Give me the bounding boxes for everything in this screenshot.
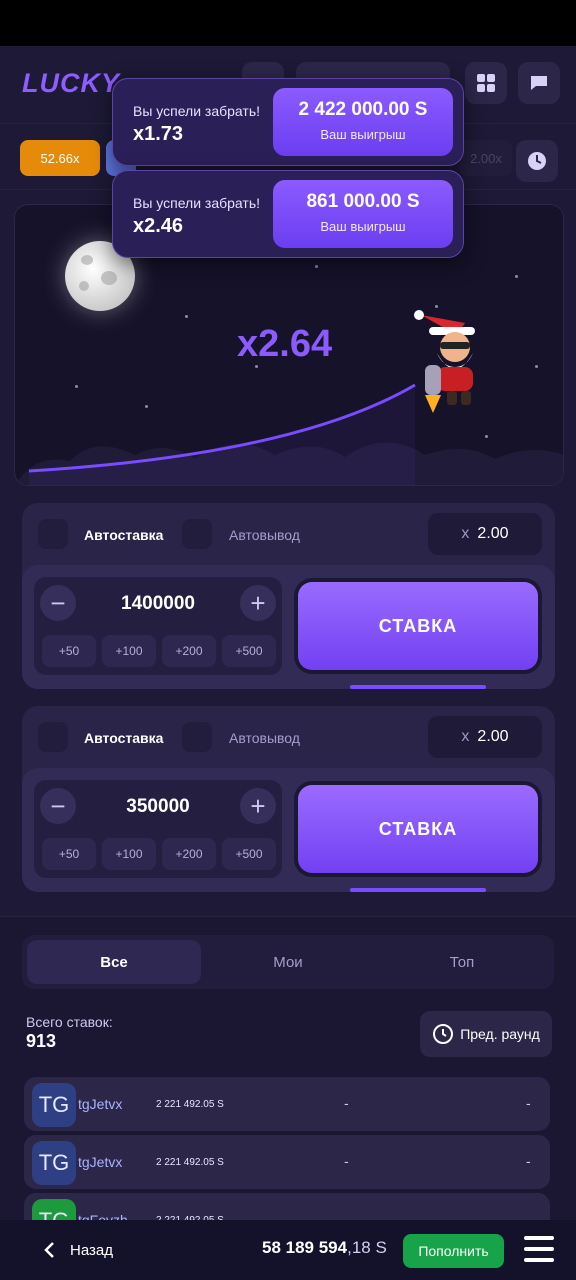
bet-amount: 2 221 492.05 S (156, 1157, 224, 1168)
mult-value: 2.00 (477, 728, 509, 745)
history-clock-icon[interactable] (516, 140, 558, 182)
back-button[interactable]: Назад (40, 1240, 113, 1260)
autobet-label: Автоставка (84, 527, 164, 543)
live-multiplier: x2.64 (237, 323, 333, 365)
table-row: TG tgJetvx 2 221 492.05 S - - (24, 1135, 550, 1189)
quick-add-button[interactable]: +50 (42, 635, 96, 667)
balance-main: 58 189 594 (262, 1238, 348, 1257)
toast-sub: Ваш выигрыш (320, 219, 406, 234)
bet-button-indicator (350, 888, 486, 892)
quick-add-button[interactable]: +200 (162, 838, 216, 870)
autobet-checkbox[interactable] (38, 722, 68, 752)
balance-rest: ,18 S (347, 1238, 387, 1257)
chevron-left-icon (44, 1242, 54, 1258)
bet-amount: 2 221 492.05 S (156, 1099, 224, 1110)
mult-value: 2.00 (477, 525, 509, 542)
avatar: TG (32, 1083, 76, 1127)
autocashout-checkbox[interactable] (182, 519, 212, 549)
bet-amount-box: − 350000 + +50 +100 +200 +500 (34, 780, 282, 878)
cashout-toast: Вы успели забрать! x1.73 2 422 000.00 S … (112, 78, 464, 166)
quick-add-button[interactable]: +500 (222, 635, 276, 667)
decrease-button[interactable]: − (40, 585, 76, 621)
bet-amount-input[interactable]: 350000 (84, 796, 232, 818)
place-bet-button[interactable]: СТАВКА (298, 785, 538, 873)
quick-add-button[interactable]: +500 (222, 838, 276, 870)
quick-add-button[interactable]: +100 (102, 838, 156, 870)
cashout-multiplier: - (344, 1153, 349, 1169)
mult-prefix: x (461, 728, 470, 745)
previous-round-button[interactable]: Пред. раунд (420, 1011, 552, 1057)
bets-section: Все Мои Топ Всего ставок: 913 Пред. раун… (0, 916, 576, 1247)
quick-add-button[interactable]: +50 (42, 838, 96, 870)
quick-add-button[interactable]: +100 (102, 635, 156, 667)
clock-icon (433, 1024, 454, 1044)
cashout-multiplier: - (344, 1095, 349, 1111)
toast-amount: 861 000.00 S (306, 191, 420, 212)
autocashout-label: Автовывод (229, 730, 300, 746)
bet-button-indicator (350, 685, 486, 689)
balance: 58 189 594,18 S (262, 1238, 387, 1258)
avatar: TG (32, 1141, 76, 1185)
bet-panel-body: − 350000 + +50 +100 +200 +500 СТАВКА (22, 768, 555, 892)
bet-amount-input[interactable]: 1400000 (84, 593, 232, 615)
quick-add-button[interactable]: +200 (162, 635, 216, 667)
toast-amount: 2 422 000.00 S (298, 99, 428, 120)
total-bets-value: 913 (26, 1031, 57, 1051)
toast-multiplier: x1.73 (133, 123, 184, 145)
cashout-toast: Вы успели забрать! x2.46 861 000.00 S Ва… (112, 170, 464, 258)
autocashout-checkbox[interactable] (182, 722, 212, 752)
grid-icon[interactable] (465, 62, 507, 104)
bet-panel: Автоставка Автовывод x 2.00 − 1400000 + … (22, 503, 555, 689)
autobet-checkbox[interactable] (38, 519, 68, 549)
table-row: TG tgJetvx 2 221 492.05 S - - (24, 1077, 550, 1131)
bet-panel-options: Автоставка Автовывод x 2.00 (22, 503, 555, 565)
player-name: tgJetvx (78, 1154, 123, 1170)
win-amount: - (526, 1153, 531, 1169)
logo: LUCKY (22, 68, 120, 98)
toast-label: Вы успели забрать! (133, 103, 260, 119)
bet-amount-box: − 1400000 + +50 +100 +200 +500 (34, 577, 282, 675)
bottom-bar: Назад 58 189 594,18 S Пополнить (0, 1220, 576, 1280)
toast-win-box: 2 422 000.00 S Ваш выигрыш (273, 88, 453, 156)
chat-icon[interactable] (518, 62, 560, 104)
toast-win-box: 861 000.00 S Ваш выигрыш (273, 180, 453, 248)
tab-top[interactable]: Топ (375, 940, 549, 984)
history-chip[interactable]: 2.00x (460, 140, 512, 176)
bet-panel-options: Автоставка Автовывод x 2.00 (22, 706, 555, 768)
autocashout-multiplier-input[interactable]: x 2.00 (428, 513, 542, 555)
mult-prefix: x (461, 525, 470, 542)
bet-amount-row: − 1400000 + (34, 577, 282, 629)
toast-label: Вы успели забрать! (133, 195, 260, 211)
bet-panel: Автоставка Автовывод x 2.00 − 350000 + +… (22, 706, 555, 892)
status-bar (0, 0, 576, 46)
place-bet-button[interactable]: СТАВКА (298, 582, 538, 670)
bet-amount-row: − 350000 + (34, 780, 282, 832)
bet-panel-body: − 1400000 + +50 +100 +200 +500 СТАВКА (22, 565, 555, 689)
autocashout-label: Автовывод (229, 527, 300, 543)
autocashout-multiplier-input[interactable]: x 2.00 (428, 716, 542, 758)
win-amount: - (526, 1095, 531, 1111)
player-name: tgJetvx (78, 1096, 123, 1112)
topup-button[interactable]: Пополнить (403, 1234, 504, 1268)
total-bets-label: Всего ставок: (26, 1014, 113, 1030)
menu-icon[interactable] (524, 1236, 554, 1264)
history-chip[interactable]: 52.66x (20, 140, 100, 176)
increase-button[interactable]: + (240, 788, 276, 824)
bets-tabs: Все Мои Топ (22, 935, 554, 989)
previous-round-label: Пред. раунд (460, 1026, 540, 1042)
back-label: Назад (70, 1241, 113, 1259)
tab-all[interactable]: Все (27, 940, 201, 984)
toast-sub: Ваш выигрыш (320, 127, 406, 142)
autobet-label: Автоставка (84, 730, 164, 746)
increase-button[interactable]: + (240, 585, 276, 621)
decrease-button[interactable]: − (40, 788, 76, 824)
tab-my[interactable]: Мои (201, 940, 375, 984)
toast-multiplier: x2.46 (133, 215, 184, 237)
santa-rocket-character (414, 310, 475, 413)
